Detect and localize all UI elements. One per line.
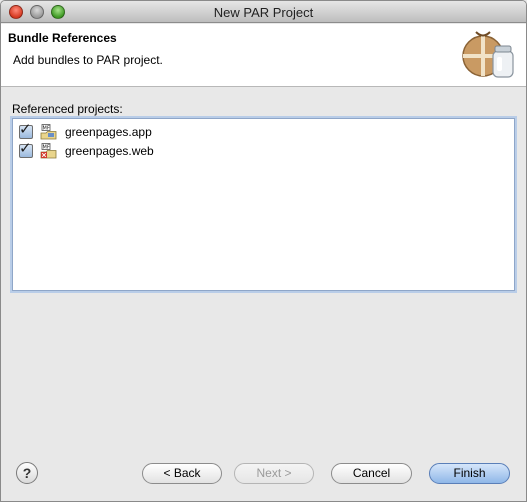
list-item[interactable]: ✓ MF greenpages.app xyxy=(19,121,152,141)
manifest-project-icon: MF xyxy=(40,124,57,140)
referenced-projects-list[interactable]: ✓ MF greenpages.app ✓ MF greenpages.web xyxy=(12,118,515,291)
banner-message: Add bundles to PAR project. xyxy=(13,53,163,67)
project-checkbox[interactable]: ✓ xyxy=(19,121,33,139)
project-label: greenpages.app xyxy=(65,125,152,139)
list-item[interactable]: ✓ MF greenpages.web xyxy=(19,140,154,160)
svg-text:MF: MF xyxy=(43,145,50,151)
manifest-project-error-icon: MF xyxy=(40,143,57,159)
next-button[interactable]: Next > xyxy=(234,463,314,484)
bundle-jar-icon xyxy=(462,31,514,78)
finish-button[interactable]: Finish xyxy=(429,463,510,484)
project-checkbox[interactable]: ✓ xyxy=(19,140,33,158)
cancel-button[interactable]: Cancel xyxy=(331,463,412,484)
wizard-banner: Bundle References Add bundles to PAR pro… xyxy=(1,24,526,87)
checkmark-icon: ✓ xyxy=(19,121,32,138)
back-button[interactable]: < Back xyxy=(142,463,222,484)
project-label: greenpages.web xyxy=(65,144,154,158)
help-button[interactable]: ? xyxy=(16,462,38,484)
title-bar[interactable]: New PAR Project xyxy=(1,1,526,23)
referenced-projects-label: Referenced projects: xyxy=(12,102,123,116)
checkmark-icon: ✓ xyxy=(19,140,32,157)
banner-title: Bundle References xyxy=(8,31,117,45)
window-title: New PAR Project xyxy=(213,5,314,20)
svg-text:MF: MF xyxy=(43,126,50,132)
dialog-window: New PAR Project Bundle References Add bu… xyxy=(0,0,527,502)
